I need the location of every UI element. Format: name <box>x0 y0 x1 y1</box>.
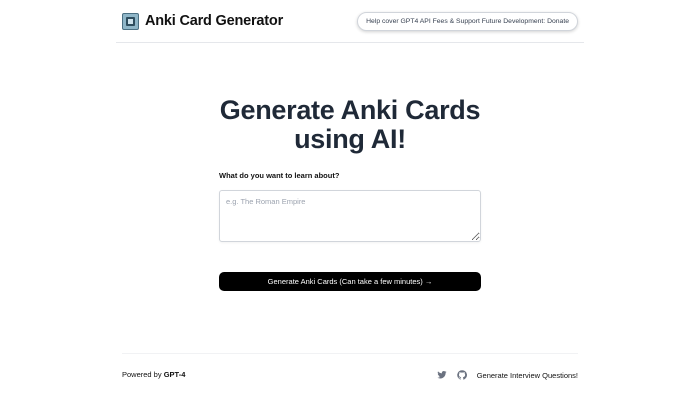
topic-label: What do you want to learn about? <box>219 171 340 180</box>
anki-logo-icon <box>122 12 139 30</box>
brand[interactable]: Anki Card Generator <box>122 12 284 30</box>
github-icon[interactable] <box>456 370 467 380</box>
interview-questions-link[interactable]: Generate Interview Questions! <box>477 371 578 380</box>
donate-button[interactable]: Help cover GPT4 API Fees & Support Futur… <box>357 11 578 31</box>
powered-by-brand: GPT-4 <box>163 370 186 379</box>
topic-input[interactable] <box>219 190 481 242</box>
site-header: Anki Card Generator Help cover GPT4 API … <box>122 10 578 32</box>
page-title-line2: using AI! <box>294 124 406 154</box>
page-title-line1: Generate Anki Cards <box>219 95 481 125</box>
footer-links: Generate Interview Questions! <box>437 370 578 380</box>
powered-by-prefix: Powered by <box>122 370 162 379</box>
powered-by: Powered by GPT-4 <box>122 370 185 379</box>
header-divider <box>116 42 584 43</box>
footer-divider <box>122 353 578 354</box>
page-title: Generate Anki Cards using AI! <box>150 96 550 154</box>
generate-button[interactable]: Generate Anki Cards (Can take a few minu… <box>219 272 481 291</box>
twitter-icon[interactable] <box>437 370 447 380</box>
brand-name: Anki Card Generator <box>145 13 284 29</box>
